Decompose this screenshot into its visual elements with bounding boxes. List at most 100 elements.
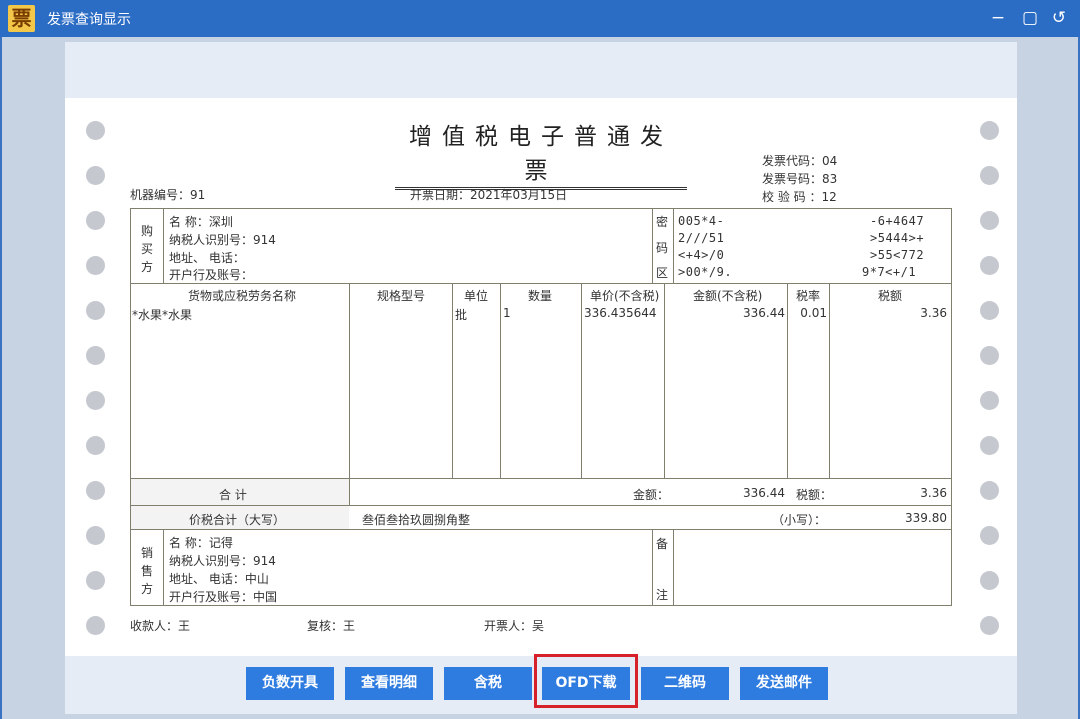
- seller-side-label: 售: [141, 564, 154, 578]
- ofd-highlight-box: [534, 654, 638, 708]
- item-rate: 0.01: [800, 306, 827, 320]
- total-label: 合 计: [219, 488, 247, 502]
- payee: 收款人：王: [130, 619, 191, 633]
- seller-side-label: 销: [141, 546, 154, 560]
- punch-hole: [86, 616, 105, 635]
- punch-hole: [980, 166, 999, 185]
- buyer-side-label: 购: [141, 224, 154, 238]
- divider: [652, 208, 653, 283]
- total-tax-label: 税额：: [796, 488, 833, 502]
- invoice-code: 发票代码：04: [762, 154, 838, 168]
- grand-total-small-label: （小写）：: [772, 513, 827, 527]
- divider: [829, 283, 830, 479]
- cipher-line: 005*4-: [678, 214, 725, 228]
- negative-invoice-button[interactable]: 负数开具: [246, 667, 334, 700]
- issue-date: 开票日期：2021年03月15日: [410, 188, 568, 202]
- cipher-side-label: 密: [656, 215, 669, 229]
- punch-hole: [86, 256, 105, 275]
- cipher-line: >5444>+: [870, 231, 925, 245]
- column-header-unit: 单位: [464, 289, 489, 303]
- punch-hole: [980, 256, 999, 275]
- restore-icon[interactable]: ▢: [1018, 6, 1042, 30]
- item-qty: 1: [503, 306, 511, 320]
- punch-hole: [86, 391, 105, 410]
- remark-label: 注: [656, 588, 669, 602]
- title-bar: 票 发票查询显示 − ▢ ↺: [0, 0, 1080, 37]
- cipher-line: <+4>/0: [678, 248, 725, 262]
- buyer-tax-id: 纳税人识别号：914: [169, 233, 276, 247]
- seller-bank-account: 开户行及账号：中国: [169, 590, 278, 604]
- punch-hole: [980, 391, 999, 410]
- punch-hole: [980, 211, 999, 230]
- seller-name: 名 称：记得: [169, 536, 233, 550]
- seller-address-phone: 地址、 电话：中山: [169, 572, 269, 586]
- grand-total-label: 价税合计（大写）: [189, 513, 286, 527]
- cipher-line: 2///51: [678, 231, 725, 245]
- punch-hole: [86, 571, 105, 590]
- punch-hole: [86, 166, 105, 185]
- punch-hole: [86, 481, 105, 500]
- item-tax: 3.36: [920, 306, 947, 320]
- divider: [163, 529, 164, 606]
- buyer-side-label: 买: [141, 242, 154, 256]
- column-header-spec: 规格型号: [377, 289, 426, 303]
- back-icon[interactable]: ↺: [1047, 6, 1071, 30]
- divider: [581, 283, 582, 479]
- cipher-line: -6+4647: [870, 214, 925, 228]
- punch-hole: [86, 526, 105, 545]
- divider: [163, 208, 164, 283]
- cipher-line: 9*7<+/1: [862, 265, 917, 279]
- punch-hole: [980, 571, 999, 590]
- divider: [652, 529, 653, 606]
- item-price: 336.435644: [584, 306, 657, 320]
- seller-side-label: 方: [141, 582, 154, 596]
- seller-tax-id: 纳税人识别号：914: [169, 554, 276, 568]
- punch-hole: [980, 346, 999, 365]
- punch-hole: [980, 301, 999, 320]
- column-header-price: 单价(不含税): [590, 289, 660, 303]
- total-tax: 3.36: [920, 486, 947, 500]
- send-email-button[interactable]: 发送邮件: [740, 667, 828, 700]
- punch-hole: [86, 436, 105, 455]
- invoice-title: 增值税电子普通发票: [395, 117, 687, 190]
- view-details-button[interactable]: 查看明细: [345, 667, 433, 700]
- reviewer: 复核：王: [307, 619, 356, 633]
- cipher-side-label: 码: [656, 241, 669, 255]
- tax-included-button[interactable]: 含税: [444, 667, 532, 700]
- item-unit: 批: [455, 308, 468, 322]
- total-amount: 336.44: [743, 486, 785, 500]
- divider: [500, 283, 501, 479]
- punch-hole: [86, 301, 105, 320]
- column-header-item: 货物或应税劳务名称: [188, 289, 297, 303]
- remark-label: 备: [656, 537, 669, 551]
- divider: [673, 208, 674, 283]
- punch-hole: [86, 211, 105, 230]
- divider: [452, 283, 453, 479]
- item-name: *水果*水果: [132, 308, 193, 322]
- divider: [130, 505, 952, 506]
- column-header-amount: 金额(不含税): [693, 289, 763, 303]
- cipher-line: >55<772: [870, 248, 925, 262]
- minimize-icon[interactable]: −: [986, 6, 1010, 30]
- punch-hole: [980, 481, 999, 500]
- cipher-side-label: 区: [656, 266, 669, 280]
- punch-hole: [980, 616, 999, 635]
- punch-hole: [980, 436, 999, 455]
- buyer-bank-account: 开户行及账号：: [169, 268, 254, 282]
- punch-hole: [86, 121, 105, 140]
- grand-total-small: 339.80: [905, 511, 947, 525]
- buyer-side-label: 方: [141, 260, 154, 274]
- invoice-check-code: 校 验 码 ：12: [762, 190, 837, 204]
- column-header-tax: 税额: [878, 289, 903, 303]
- buyer-address-phone: 地址、 电话：: [169, 251, 245, 265]
- total-amount-label: 金额：: [633, 488, 670, 502]
- machine-number: 机器编号：91: [130, 188, 206, 202]
- punch-hole: [980, 121, 999, 140]
- grand-total-words: 叁佰叁拾玖圆捌角整: [362, 513, 471, 527]
- drawer: 开票人：吴: [484, 619, 545, 633]
- qr-code-button[interactable]: 二维码: [641, 667, 729, 700]
- punch-hole: [86, 346, 105, 365]
- invoice-number: 发票号码：83: [762, 172, 838, 186]
- punch-hole: [980, 526, 999, 545]
- divider: [664, 283, 665, 479]
